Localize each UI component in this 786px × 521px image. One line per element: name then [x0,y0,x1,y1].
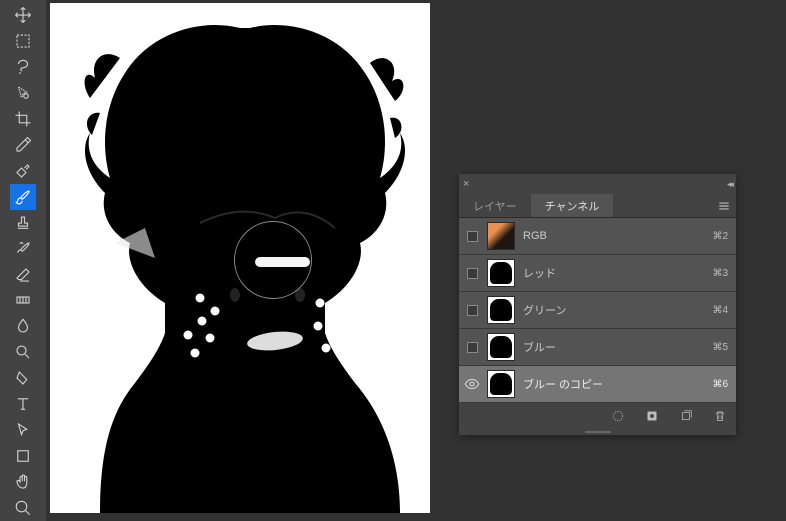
collapse-icon[interactable]: ◂◂ [727,179,732,190]
toolbar [0,0,46,521]
type-tool[interactable] [10,391,36,417]
new-channel-icon[interactable] [678,408,694,424]
path-select-tool[interactable] [10,417,36,443]
channel-shortcut: ⌘2 [712,231,728,242]
lasso-tool[interactable] [10,54,36,80]
channel-list: RGB ⌘2 レッド ⌘3 グリーン ⌘4 ブルー ⌘5 ブルー のコピー [459,218,736,403]
channel-thumbnail [487,259,515,287]
close-icon[interactable]: × [463,178,475,190]
channel-shortcut: ⌘6 [712,379,728,390]
brush-tool[interactable] [10,184,36,210]
channel-thumbnail [487,370,515,398]
channel-red[interactable]: レッド ⌘3 [459,255,736,292]
channel-green[interactable]: グリーン ⌘4 [459,292,736,329]
delete-channel-icon[interactable] [712,408,728,424]
stamp-tool[interactable] [10,210,36,236]
visibility-toggle[interactable] [463,301,481,319]
brush-cursor [234,221,312,299]
channel-shortcut: ⌘4 [712,305,728,316]
channel-name: レッド [523,265,712,281]
blur-tool[interactable] [10,313,36,339]
panel-footer [459,403,736,429]
channel-shortcut: ⌘3 [712,268,728,279]
channel-thumbnail [487,222,515,250]
eraser-tool[interactable] [10,262,36,288]
visibility-toggle[interactable] [463,227,481,245]
visibility-toggle[interactable] [463,264,481,282]
tab-channels[interactable]: チャンネル [531,194,614,217]
panel-header[interactable]: × ◂◂ [459,174,736,194]
channel-blue-copy[interactable]: ブルー のコピー ⌘6 [459,366,736,403]
channel-rgb[interactable]: RGB ⌘2 [459,218,736,255]
move-tool[interactable] [10,2,36,28]
gradient-tool[interactable] [10,287,36,313]
save-selection-icon[interactable] [644,408,660,424]
hand-tool[interactable] [10,469,36,495]
channel-name: ブルー [523,339,712,355]
quick-select-tool[interactable] [10,80,36,106]
history-brush-tool[interactable] [10,236,36,262]
eyedropper-tool[interactable] [10,132,36,158]
zoom-tool[interactable] [10,495,36,521]
healing-tool[interactable] [10,158,36,184]
visibility-toggle[interactable] [463,338,481,356]
channel-name: グリーン [523,302,712,318]
resize-grip[interactable] [459,429,736,435]
dodge-tool[interactable] [10,339,36,365]
panel-menu-icon[interactable] [712,194,736,217]
marquee-tool[interactable] [10,28,36,54]
tab-layers[interactable]: レイヤー [459,194,531,217]
eye-icon [464,376,480,392]
channel-blue[interactable]: ブルー ⌘5 [459,329,736,366]
canvas[interactable] [50,3,430,513]
load-selection-icon[interactable] [610,408,626,424]
crop-tool[interactable] [10,106,36,132]
channel-shortcut: ⌘5 [712,342,728,353]
document-image [50,3,430,513]
shape-tool[interactable] [10,443,36,469]
channel-name: ブルー のコピー [523,376,712,392]
channel-name: RGB [523,230,712,242]
pen-tool[interactable] [10,365,36,391]
channel-thumbnail [487,296,515,324]
channel-thumbnail [487,333,515,361]
panel-tabs: レイヤー チャンネル [459,194,736,218]
visibility-toggle[interactable] [463,375,481,393]
channels-panel: × ◂◂ レイヤー チャンネル RGB ⌘2 レッド ⌘3 グリーン ⌘4 [459,174,736,435]
